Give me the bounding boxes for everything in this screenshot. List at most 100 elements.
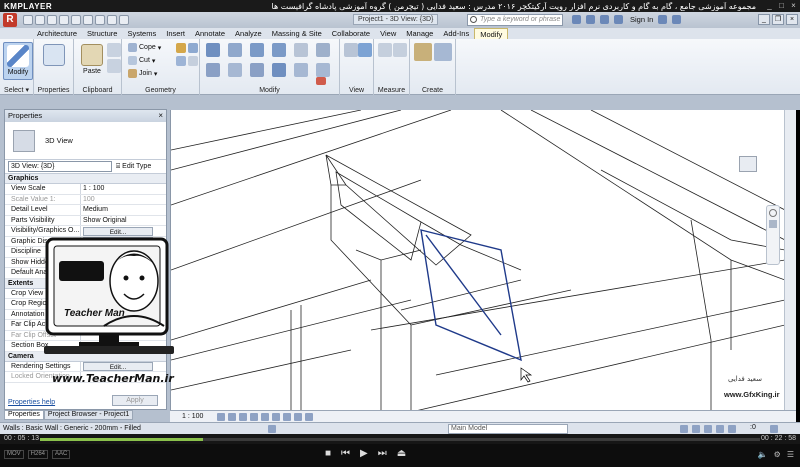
tab-insert[interactable]: Insert bbox=[161, 28, 190, 39]
canvas-scrollbar[interactable] bbox=[784, 110, 796, 412]
text-icon[interactable] bbox=[95, 15, 105, 25]
3d-view-icon[interactable] bbox=[107, 15, 117, 25]
next-icon[interactable]: ⏭ bbox=[378, 448, 387, 459]
edit-button[interactable]: Edit... bbox=[83, 226, 153, 236]
split-face-icon[interactable] bbox=[176, 43, 186, 53]
property-row[interactable]: Visibility/Graphics O... Edit... bbox=[5, 226, 166, 237]
rotate-icon[interactable] bbox=[250, 63, 264, 77]
section-icon[interactable] bbox=[119, 15, 129, 25]
pin-icon[interactable] bbox=[316, 43, 330, 57]
maximize-icon[interactable]: □ bbox=[777, 1, 786, 10]
temp-hide-icon[interactable] bbox=[294, 412, 303, 421]
property-value[interactable]: Medium bbox=[81, 205, 166, 215]
delete-icon[interactable] bbox=[316, 77, 326, 85]
paste-button[interactable]: Paste bbox=[77, 42, 107, 80]
align-icon[interactable] bbox=[206, 43, 220, 57]
join-button[interactable]: Join ▾ bbox=[128, 68, 157, 79]
settings-icon[interactable]: ⚙ bbox=[774, 450, 781, 459]
type-selector[interactable]: 3D View bbox=[5, 122, 166, 160]
tab-structure[interactable]: Structure bbox=[82, 28, 122, 39]
crop-view-icon[interactable] bbox=[261, 412, 270, 421]
visual-style-icon[interactable] bbox=[228, 412, 237, 421]
demolish-icon[interactable] bbox=[188, 43, 198, 53]
property-row[interactable]: Parts Visibility Show Original bbox=[5, 215, 166, 226]
print-icon[interactable] bbox=[71, 15, 81, 25]
property-row[interactable]: Scale Value 1: 100 bbox=[5, 194, 166, 205]
split-icon[interactable] bbox=[294, 43, 308, 57]
property-value[interactable]: Show Original bbox=[81, 216, 166, 226]
zoom-icon[interactable] bbox=[769, 220, 777, 228]
revit-close-button[interactable]: × bbox=[786, 14, 798, 25]
tab-massing-site[interactable]: Massing & Site bbox=[267, 28, 327, 39]
properties-button[interactable] bbox=[39, 42, 69, 80]
undo-icon[interactable] bbox=[47, 15, 57, 25]
user-icon[interactable] bbox=[614, 15, 623, 24]
seek-track[interactable] bbox=[40, 438, 760, 441]
cut-icon[interactable] bbox=[107, 43, 121, 57]
subscription-icon[interactable] bbox=[586, 15, 595, 24]
offset-icon[interactable] bbox=[228, 43, 242, 57]
tab-modify[interactable]: Modify bbox=[474, 28, 509, 39]
trim-icon[interactable] bbox=[272, 63, 286, 77]
mirror-axis-icon[interactable] bbox=[250, 43, 264, 57]
select-pinned-icon[interactable] bbox=[704, 425, 712, 433]
select-links-icon[interactable] bbox=[680, 425, 688, 433]
move-icon[interactable] bbox=[206, 63, 220, 77]
mirror-draw-icon[interactable] bbox=[272, 43, 286, 57]
cope-button[interactable]: Cope ▾ bbox=[128, 42, 161, 53]
save-icon[interactable] bbox=[35, 15, 45, 25]
navigation-bar[interactable] bbox=[766, 205, 780, 265]
copy-icon[interactable] bbox=[107, 59, 121, 73]
binoculars-icon[interactable] bbox=[572, 15, 581, 24]
design-option-dropdown[interactable]: Main Model bbox=[448, 424, 568, 434]
reveal-hidden-icon[interactable] bbox=[305, 412, 314, 421]
tab-systems[interactable]: Systems bbox=[122, 28, 161, 39]
tab-view[interactable]: View bbox=[375, 28, 401, 39]
exchange-icon[interactable] bbox=[658, 15, 668, 24]
player-seek-bar[interactable]: 00 : 05 : 13 00 : 22 : 58 bbox=[0, 434, 800, 444]
copy-element-icon[interactable] bbox=[228, 63, 242, 77]
cut-geometry-button[interactable]: Cut ▾ bbox=[128, 55, 155, 66]
search-input[interactable]: Type a keyword or phrase bbox=[467, 14, 563, 26]
revit-restore-button[interactable]: ❐ bbox=[772, 14, 784, 25]
sun-path-icon[interactable] bbox=[239, 412, 248, 421]
create-parts-icon[interactable] bbox=[434, 43, 452, 61]
drag-elements-icon[interactable] bbox=[728, 425, 736, 433]
property-value[interactable]: 1 : 100 bbox=[81, 184, 166, 194]
apply-button[interactable]: Apply bbox=[112, 395, 158, 406]
star-icon[interactable] bbox=[600, 15, 609, 24]
view-scale[interactable]: 1 : 100 bbox=[170, 413, 203, 420]
property-row[interactable]: Detail Level Medium bbox=[5, 205, 166, 216]
worksets-icon[interactable] bbox=[268, 425, 276, 433]
close-icon[interactable]: × bbox=[158, 110, 163, 122]
wall-joins-icon[interactable] bbox=[188, 56, 198, 66]
revit-minimize-button[interactable]: _ bbox=[758, 14, 770, 25]
override-graphics-icon[interactable] bbox=[358, 43, 372, 57]
tab-architecture[interactable]: Architecture bbox=[32, 28, 82, 39]
revit-app-menu-button[interactable]: R bbox=[3, 13, 17, 27]
playlist-icon[interactable]: ☰ bbox=[787, 450, 794, 459]
tab-add-ins[interactable]: Add-Ins bbox=[438, 28, 474, 39]
eject-icon[interactable]: ⏏ bbox=[397, 448, 406, 459]
scale-icon[interactable] bbox=[316, 63, 330, 77]
close-icon[interactable]: × bbox=[789, 1, 798, 10]
view-cube[interactable] bbox=[733, 150, 765, 182]
measure-tool-icon[interactable] bbox=[378, 43, 392, 57]
stop-icon[interactable]: ■ bbox=[325, 448, 331, 459]
minimize-icon[interactable]: _ bbox=[765, 1, 774, 10]
tab-project-browser[interactable]: Project Browser - Project1 bbox=[43, 410, 134, 420]
lock-3d-icon[interactable] bbox=[283, 412, 292, 421]
modify-button[interactable]: Modify bbox=[3, 42, 33, 80]
sign-in-link[interactable]: Sign In bbox=[630, 15, 653, 24]
play-icon[interactable]: ▶ bbox=[360, 448, 368, 459]
select-underlay-icon[interactable] bbox=[692, 425, 700, 433]
redo-icon[interactable] bbox=[59, 15, 69, 25]
filter-icon[interactable] bbox=[770, 425, 778, 433]
create-assembly-icon[interactable] bbox=[414, 43, 432, 61]
array-icon[interactable] bbox=[294, 63, 308, 77]
tab-properties[interactable]: Properties bbox=[4, 410, 44, 420]
edit-type-button[interactable]: ⌸ Edit Type bbox=[116, 163, 151, 171]
show-crop-icon[interactable] bbox=[272, 412, 281, 421]
hide-icon[interactable] bbox=[344, 43, 358, 57]
tab-annotate[interactable]: Annotate bbox=[190, 28, 230, 39]
